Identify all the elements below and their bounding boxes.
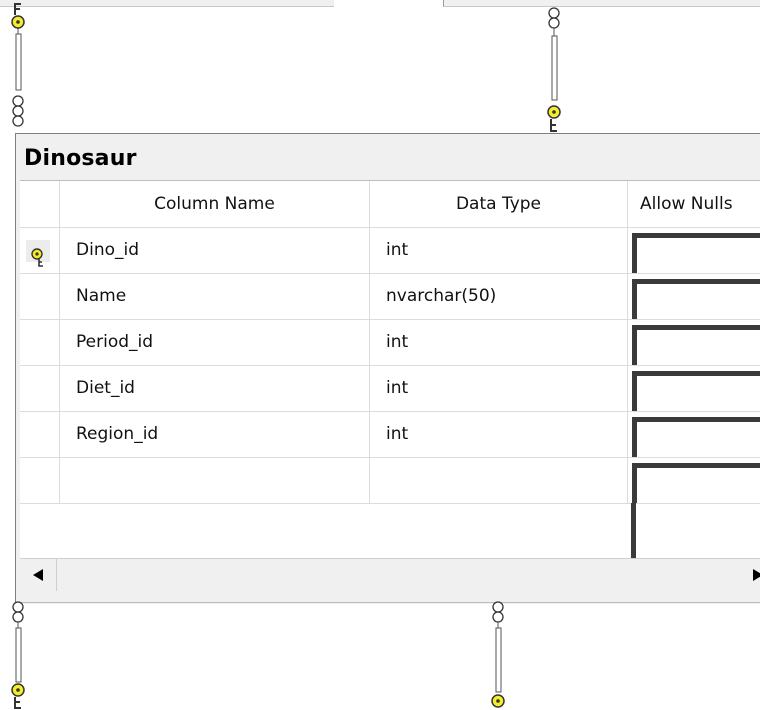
relationship-key-end-icon bbox=[547, 7, 561, 132]
relationship-key-end-icon bbox=[491, 601, 505, 708]
row-selector[interactable] bbox=[20, 319, 60, 365]
table-row[interactable]: Dino_id int bbox=[20, 227, 760, 274]
data-type-cell[interactable] bbox=[370, 457, 628, 503]
allow-nulls-column-edge bbox=[631, 503, 636, 559]
grid-header-row: Column Name Data Type Allow Nulls bbox=[20, 181, 760, 228]
table-bottom-border bbox=[15, 602, 760, 603]
allow-nulls-checkbox[interactable] bbox=[632, 325, 760, 365]
data-type-cell[interactable]: int bbox=[370, 319, 628, 365]
key-icon bbox=[26, 240, 50, 267]
data-type-cell[interactable]: nvarchar(50) bbox=[370, 273, 628, 319]
relationship-line-top-right[interactable] bbox=[541, 0, 571, 135]
column-name-cell[interactable]: Period_id bbox=[60, 319, 370, 365]
row-selector[interactable] bbox=[20, 457, 60, 503]
allow-nulls-cell bbox=[628, 457, 760, 503]
table-row[interactable]: Diet_id int bbox=[20, 365, 760, 412]
allow-nulls-cell bbox=[628, 319, 760, 365]
row-selector[interactable] bbox=[20, 227, 60, 273]
relationship-line-bottom-left[interactable] bbox=[5, 600, 35, 710]
allow-nulls-checkbox[interactable] bbox=[632, 371, 760, 411]
column-name-cell[interactable]: Dino_id bbox=[60, 227, 370, 273]
table-row[interactable]: Name nvarchar(50) bbox=[20, 273, 760, 320]
row-selector[interactable] bbox=[20, 273, 60, 319]
header-data-type[interactable]: Data Type bbox=[370, 181, 628, 227]
allow-nulls-cell bbox=[628, 365, 760, 411]
row-selector[interactable] bbox=[20, 411, 60, 457]
columns-grid: Column Name Data Type Allow Nulls Dino_i… bbox=[20, 180, 760, 559]
table-row[interactable]: Period_id int bbox=[20, 319, 760, 366]
scroll-left-button[interactable] bbox=[20, 559, 57, 591]
allow-nulls-cell bbox=[628, 411, 760, 457]
header-column-name[interactable]: Column Name bbox=[60, 181, 370, 227]
relationship-key-end-icon bbox=[11, 3, 25, 127]
column-name-cell[interactable]: Diet_id bbox=[60, 365, 370, 411]
header-selector-cell bbox=[20, 181, 60, 227]
column-name-cell[interactable]: Name bbox=[60, 273, 370, 319]
data-type-cell[interactable]: int bbox=[370, 227, 628, 273]
column-name-cell[interactable] bbox=[60, 457, 370, 503]
relationship-line-top-left[interactable] bbox=[5, 0, 35, 135]
relationship-key-end-icon bbox=[11, 601, 25, 709]
allow-nulls-checkbox[interactable] bbox=[632, 233, 760, 273]
allow-nulls-cell bbox=[628, 273, 760, 319]
data-type-cell[interactable]: int bbox=[370, 411, 628, 457]
upper-table-edge-left bbox=[0, 0, 334, 7]
table-designer-dinosaur[interactable]: Dinosaur Column Name Data Type Allow Nul… bbox=[15, 133, 760, 604]
allow-nulls-cell bbox=[628, 227, 760, 273]
new-row[interactable] bbox=[20, 457, 760, 504]
horizontal-scrollbar[interactable] bbox=[20, 558, 760, 591]
column-name-cell[interactable]: Region_id bbox=[60, 411, 370, 457]
table-row[interactable]: Region_id int bbox=[20, 411, 760, 458]
triangle-left-icon bbox=[33, 569, 43, 581]
allow-nulls-checkbox[interactable] bbox=[632, 463, 760, 503]
relationship-line-bottom-middle[interactable] bbox=[485, 600, 515, 710]
triangle-right-icon bbox=[753, 569, 760, 581]
data-type-cell[interactable]: int bbox=[370, 365, 628, 411]
table-title: Dinosaur bbox=[24, 146, 137, 171]
row-selector[interactable] bbox=[20, 365, 60, 411]
scroll-right-button[interactable] bbox=[740, 559, 760, 591]
upper-table-edge-right bbox=[443, 0, 760, 7]
allow-nulls-checkbox[interactable] bbox=[632, 279, 760, 319]
allow-nulls-checkbox[interactable] bbox=[632, 417, 760, 457]
header-allow-nulls[interactable]: Allow Nulls bbox=[628, 181, 760, 227]
